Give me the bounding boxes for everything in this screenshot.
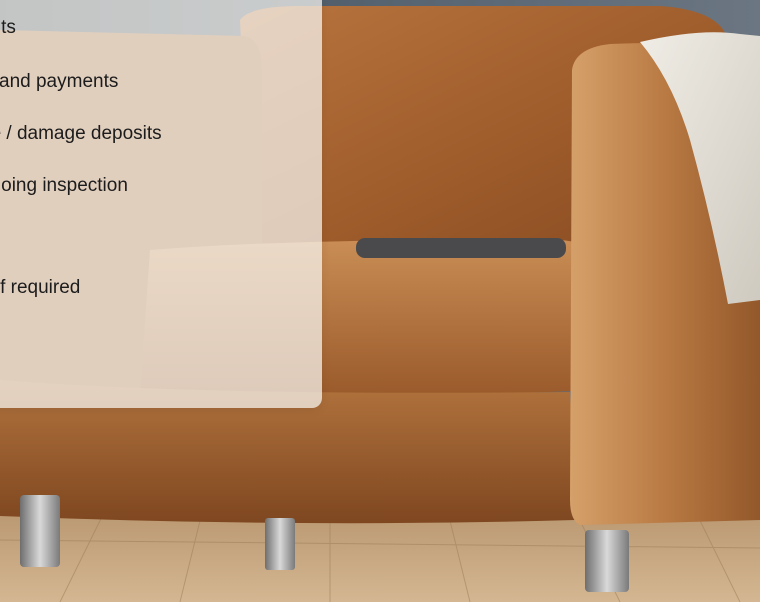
features-card: ents ls and payments ge / damage deposit… [0, 0, 322, 408]
hero-section: ents ls and payments ge / damage deposit… [0, 0, 760, 602]
feature-item: n if required [0, 277, 81, 298]
feature-item: ents [0, 17, 16, 38]
feature-item: ls and payments [0, 71, 119, 92]
feature-item: ngoing inspection [0, 175, 128, 196]
feature-item: ge / damage deposits [0, 123, 162, 144]
